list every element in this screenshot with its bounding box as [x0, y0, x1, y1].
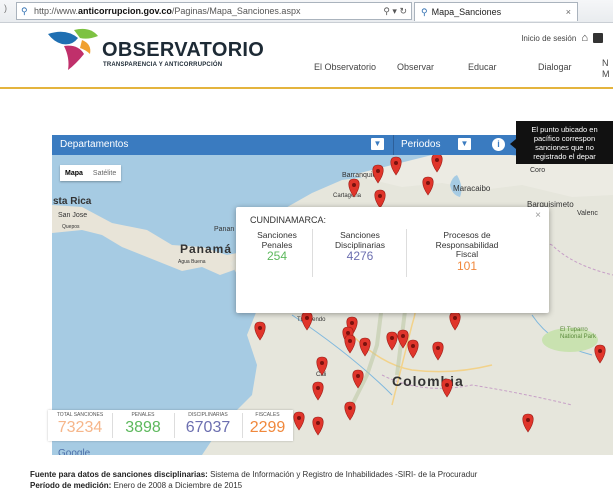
map-type-map-button[interactable]: Mapa — [60, 170, 88, 177]
map-label-cali: Cali — [316, 372, 327, 378]
back-edge-icon[interactable]: ) — [4, 3, 7, 13]
map-label-agua-buena: Agua Buena — [178, 259, 206, 265]
nav-item-partial[interactable]: NM — [602, 58, 610, 80]
total-sanciones-value: 73234 — [57, 419, 103, 436]
total-sanciones: TOTAL SANCIONES 73234 — [50, 412, 110, 437]
total-sanciones-label: TOTAL SANCIONES — [56, 412, 104, 418]
map-label-costa-rica: sta Rica — [53, 196, 92, 207]
map-label-maracaibo: Maracaibo — [453, 184, 491, 193]
map-label-google: Google — [58, 448, 91, 455]
address-controls[interactable]: ⚲ ▾ ↻ — [383, 3, 407, 19]
department-popup: CUNDINAMARCA: × Sanciones Penales 254 Sa… — [236, 207, 549, 313]
url-domain: anticorrupcion.gov.co — [78, 6, 172, 16]
departamentos-label[interactable]: Departamentos — [60, 139, 128, 150]
header-divider — [0, 87, 613, 89]
map-type-satellite-button[interactable]: Satélite — [88, 170, 121, 177]
stats-divider — [174, 413, 175, 438]
map-label-valencia: Valenc — [577, 210, 598, 217]
totals-bar: TOTAL SANCIONES 73234 PENALES 3898 DISCI… — [48, 410, 293, 441]
top-links: Inicio de sesión ⌂ — [521, 32, 603, 44]
periodos-label[interactable]: Periodos — [401, 139, 440, 150]
map-label-barranquilla: Barranquilla — [342, 172, 380, 179]
period-note: Período de medición: Enero de 2008 a Dic… — [30, 481, 242, 490]
popup-penales: Sanciones Penales 254 — [246, 230, 308, 263]
popup-fiscal-value: 101 — [456, 258, 478, 273]
sharepoint-icon[interactable] — [593, 33, 603, 43]
map-label-colombia: Colombia — [392, 373, 464, 389]
popup-disciplinarias: Sanciones Disciplinarias 4276 — [318, 230, 402, 263]
departamentos-dropdown-icon[interactable]: ▼ — [371, 138, 384, 150]
site-favicon-icon: ⚲ — [21, 6, 28, 16]
nav-partial-bottom: M — [602, 69, 610, 79]
periodos-dropdown-icon[interactable]: ▼ — [458, 138, 471, 150]
map-label-cartagena: Cartagena — [333, 193, 362, 199]
source-note: Fuente para datos de sanciones disciplin… — [30, 470, 477, 479]
tooltip-line-3: sanciones que no — [535, 143, 594, 152]
total-disciplinarias-label: DISCIPLINARIAS — [188, 412, 228, 418]
stats-divider — [242, 413, 243, 438]
nav-item-observatorio[interactable]: El Observatorio — [314, 62, 376, 72]
info-icon[interactable]: i — [492, 138, 505, 151]
popup-region-title: CUNDINAMARCA: — [250, 215, 327, 225]
close-tab-icon[interactable]: × — [566, 3, 571, 21]
info-tooltip: El punto ubicado en pacífico correspon s… — [510, 121, 613, 164]
stats-divider — [112, 413, 113, 438]
total-fiscales: FISCALES 2299 — [244, 412, 291, 437]
url-prefix: http://www. — [34, 6, 79, 16]
map-label-coro: Coro — [530, 167, 546, 174]
total-penales-value: 3898 — [125, 419, 161, 436]
logo-title: OBSERVATORIO — [102, 39, 265, 61]
map-label-panama: Panamá — [180, 242, 233, 256]
popup-divider — [406, 229, 407, 277]
nav-item-dialogar[interactable]: Dialogar — [538, 62, 572, 72]
total-disciplinarias: DISCIPLINARIAS 67037 — [176, 412, 240, 437]
map-label-panama-small: Panan — [214, 226, 235, 233]
map-label-san-jose: San Jose — [58, 212, 88, 219]
nav-partial-top: N — [602, 58, 609, 68]
main-nav: El Observatorio Observar Educar Dialogar… — [0, 58, 613, 82]
address-bar[interactable]: ⚲ http://www.anticorrupcion.gov.co/Pagina… — [16, 2, 412, 20]
total-disciplinarias-value: 67037 — [185, 419, 231, 436]
map-label-tutunendo: Tutunendo — [297, 317, 326, 323]
home-icon[interactable]: ⌂ — [581, 32, 588, 44]
total-fiscales-label: FISCALES — [255, 412, 280, 418]
url-path: /Paginas/Mapa_Sanciones.aspx — [171, 6, 301, 16]
total-penales: PENALES 3898 — [114, 412, 172, 437]
filter-divider — [393, 135, 394, 155]
total-penales-label: PENALES — [131, 412, 155, 418]
browser-tab[interactable]: ⚲ Mapa_Sanciones × — [414, 2, 578, 21]
login-link[interactable]: Inicio de sesión — [521, 34, 576, 43]
tooltip-line-4: registrado el depar — [533, 152, 596, 161]
tooltip-line-1: El punto ubicado en — [531, 125, 598, 134]
total-fiscales-value: 2299 — [249, 419, 286, 436]
map-label-tuparro: El Tuparro National Park — [560, 327, 597, 340]
search-icon[interactable]: ⚲ — [383, 6, 390, 16]
popup-penales-value: 254 — [266, 249, 288, 263]
map-type-control: Mapa Satélite — [60, 165, 122, 181]
period-text: Enero de 2008 a Diciembre de 2015 — [111, 481, 243, 490]
popup-divider — [312, 229, 313, 277]
refresh-icon[interactable]: ↻ — [399, 6, 407, 16]
map-label-quepos: Quepos — [62, 224, 80, 230]
tab-title: Mapa_Sanciones — [431, 7, 502, 17]
source-label: Fuente para datos de sanciones disciplin… — [30, 470, 208, 479]
source-text: Sistema de Información y Registro de Inh… — [207, 470, 478, 479]
nav-item-observar[interactable]: Observar — [397, 62, 434, 72]
popup-disciplinarias-value: 4276 — [346, 249, 374, 263]
period-label: Período de medición: — [30, 481, 112, 490]
popup-close-icon[interactable]: × — [535, 210, 541, 221]
tab-favicon-icon: ⚲ — [421, 7, 428, 17]
browser-toolbar: ) ⚲ http://www.anticorrupcion.gov.co/Pagi… — [0, 0, 613, 23]
popup-fiscal: Procesos de Responsabilidad Fiscal 101 — [412, 230, 522, 273]
nav-item-educar[interactable]: Educar — [468, 62, 497, 72]
tooltip-line-2: pacífico correspon — [533, 134, 596, 143]
